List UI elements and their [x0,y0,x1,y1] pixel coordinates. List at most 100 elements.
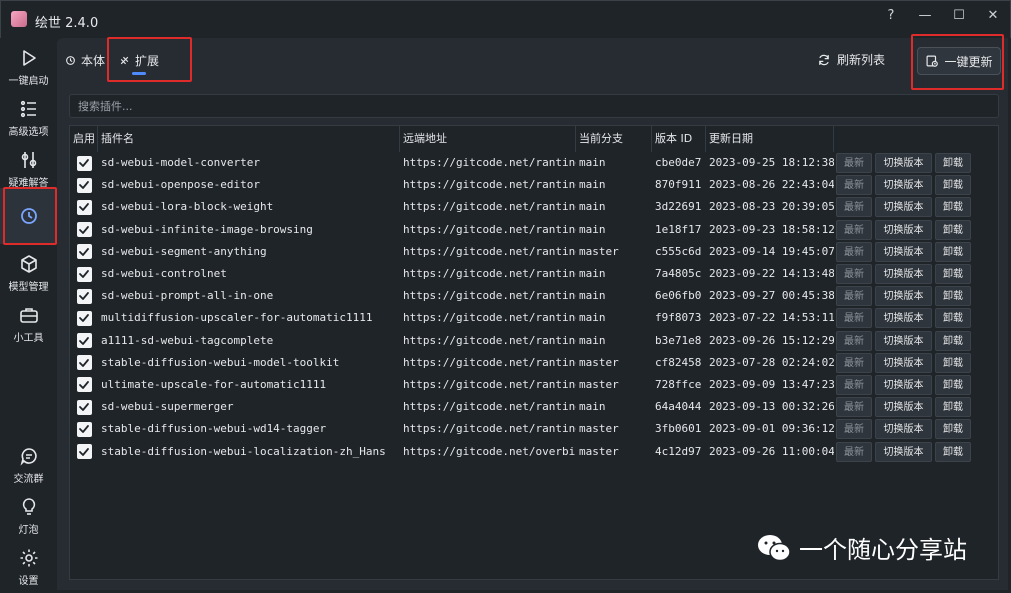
remote-url: https://gitcode.net/ranting [403,178,576,192]
latest-button[interactable]: 最新 [836,175,872,196]
latest-button[interactable]: 最新 [836,219,872,240]
enable-checkbox[interactable] [76,177,92,193]
uninstall-button[interactable]: 卸载 [935,264,971,285]
uninstall-button[interactable]: 卸载 [935,374,971,395]
update-date: 2023-07-28 02:24:02 [709,355,834,369]
switch-version-button[interactable]: 切换版本 [875,419,932,440]
tab-extensions[interactable]: 扩展 [119,52,159,69]
latest-button[interactable]: 最新 [836,153,872,174]
row-actions: 最新 切换版本 卸载 [834,330,998,352]
remote-url: https://gitcode.net/ranting [403,311,576,325]
uninstall-button[interactable]: 卸载 [935,286,971,307]
sidebar-item-launch[interactable]: 一键启动 [0,48,57,87]
enable-checkbox[interactable] [76,244,92,260]
latest-button[interactable]: 最新 [836,397,872,418]
remote-url: https://gitcode.net/ranting [403,355,576,369]
switch-version-button[interactable]: 切换版本 [875,308,932,329]
latest-button[interactable]: 最新 [836,352,872,373]
enable-checkbox[interactable] [76,355,92,371]
sidebar-item-extensions[interactable] [0,188,57,244]
current-branch: main [579,333,606,347]
uninstall-button[interactable]: 卸载 [935,308,971,329]
latest-button[interactable]: 最新 [836,374,872,395]
table-body: sd-webui-model-converter https://gitcode.… [70,152,998,463]
help-button[interactable]: ? [877,5,905,27]
version-id: 64a4044 [655,400,702,414]
switch-version-button[interactable]: 切换版本 [875,153,932,174]
enable-checkbox[interactable] [76,199,92,215]
latest-button[interactable]: 最新 [836,330,872,351]
uninstall-button[interactable]: 卸载 [935,419,971,440]
latest-button[interactable]: 最新 [836,441,872,462]
sidebar-item-community[interactable]: 交流群 [0,446,57,485]
latest-button[interactable]: 最新 [836,286,872,307]
switch-version-button[interactable]: 切换版本 [875,397,932,418]
latest-button[interactable]: 最新 [836,264,872,285]
sidebar-item-tools[interactable]: 小工具 [0,305,57,344]
close-button[interactable]: ✕ [979,5,1007,27]
uninstall-button[interactable]: 卸载 [935,175,971,196]
latest-button[interactable]: 最新 [836,419,872,440]
remote-url: https://gitcode.net/ranting [403,267,576,281]
uninstall-button[interactable]: 卸载 [935,352,971,373]
bulb-icon [22,498,35,515]
switch-version-button[interactable]: 切换版本 [875,330,932,351]
switch-version-button[interactable]: 切换版本 [875,175,932,196]
switch-version-button[interactable]: 切换版本 [875,441,932,462]
sidebar-item-models[interactable]: 模型管理 [0,254,57,293]
latest-button[interactable]: 最新 [836,308,872,329]
version-id: 728ffce [655,377,702,391]
sidebar-item-bulb[interactable]: 灯泡 [0,497,57,536]
sidebar-item-troubleshoot[interactable]: 疑难解答 [0,150,57,189]
remote-url: https://gitcode.net/ranting [403,333,576,347]
row-actions: 最新 切换版本 卸载 [834,263,998,285]
current-branch: master [579,355,619,369]
refresh-list-button[interactable]: 刷新列表 [817,51,885,68]
enable-checkbox[interactable] [76,222,92,238]
update-all-button[interactable]: 一键更新 [917,47,1001,75]
uninstall-button[interactable]: 卸载 [935,441,971,462]
version-id: 1e18f17 [655,222,702,236]
enable-checkbox[interactable] [76,288,92,304]
maximize-button[interactable]: ☐ [945,5,973,27]
uninstall-button[interactable]: 卸载 [935,241,971,262]
sidebar-item-settings[interactable]: 设置 [0,548,57,587]
sidebar-item-label: 小工具 [13,333,44,344]
search-input[interactable] [69,94,999,118]
uninstall-button[interactable]: 卸载 [935,330,971,351]
row-actions: 最新 切换版本 卸载 [834,219,998,241]
enable-checkbox[interactable] [76,444,92,460]
switch-version-button[interactable]: 切换版本 [875,197,932,218]
table-row: sd-webui-lora-block-weight https://gitcod… [70,196,998,218]
version-id: 4c12d97 [655,444,702,458]
uninstall-button[interactable]: 卸载 [935,397,971,418]
enable-checkbox[interactable] [76,155,92,171]
uninstall-button[interactable]: 卸载 [935,197,971,218]
plugin-name: sd-webui-model-converter [101,156,260,170]
enable-checkbox[interactable] [76,310,92,326]
gear-icon [20,549,37,567]
uninstall-button[interactable]: 卸载 [935,219,971,240]
switch-version-button[interactable]: 切换版本 [875,264,932,285]
enable-checkbox[interactable] [76,421,92,437]
current-branch: master [579,377,619,391]
switch-version-button[interactable]: 切换版本 [875,352,932,373]
switch-version-button[interactable]: 切换版本 [875,219,932,240]
uninstall-button[interactable]: 卸载 [935,153,971,174]
sidebar-item-advanced[interactable]: 高级选项 [0,99,57,138]
tab-core[interactable]: 本体 [65,52,105,69]
enable-checkbox[interactable] [76,266,92,282]
enable-checkbox[interactable] [76,333,92,349]
table-row: sd-webui-controlnet https://gitcode.net/r… [70,263,998,285]
minimize-button[interactable]: — [911,5,939,27]
latest-button[interactable]: 最新 [836,197,872,218]
enable-checkbox[interactable] [76,399,92,415]
version-id: 3d22691 [655,200,702,214]
enable-checkbox[interactable] [76,377,92,393]
remote-url: https://gitcode.net/ranting [403,222,576,236]
latest-button[interactable]: 最新 [836,241,872,262]
row-actions: 最新 切换版本 卸载 [834,418,998,440]
switch-version-button[interactable]: 切换版本 [875,374,932,395]
switch-version-button[interactable]: 切换版本 [875,241,932,262]
switch-version-button[interactable]: 切换版本 [875,286,932,307]
